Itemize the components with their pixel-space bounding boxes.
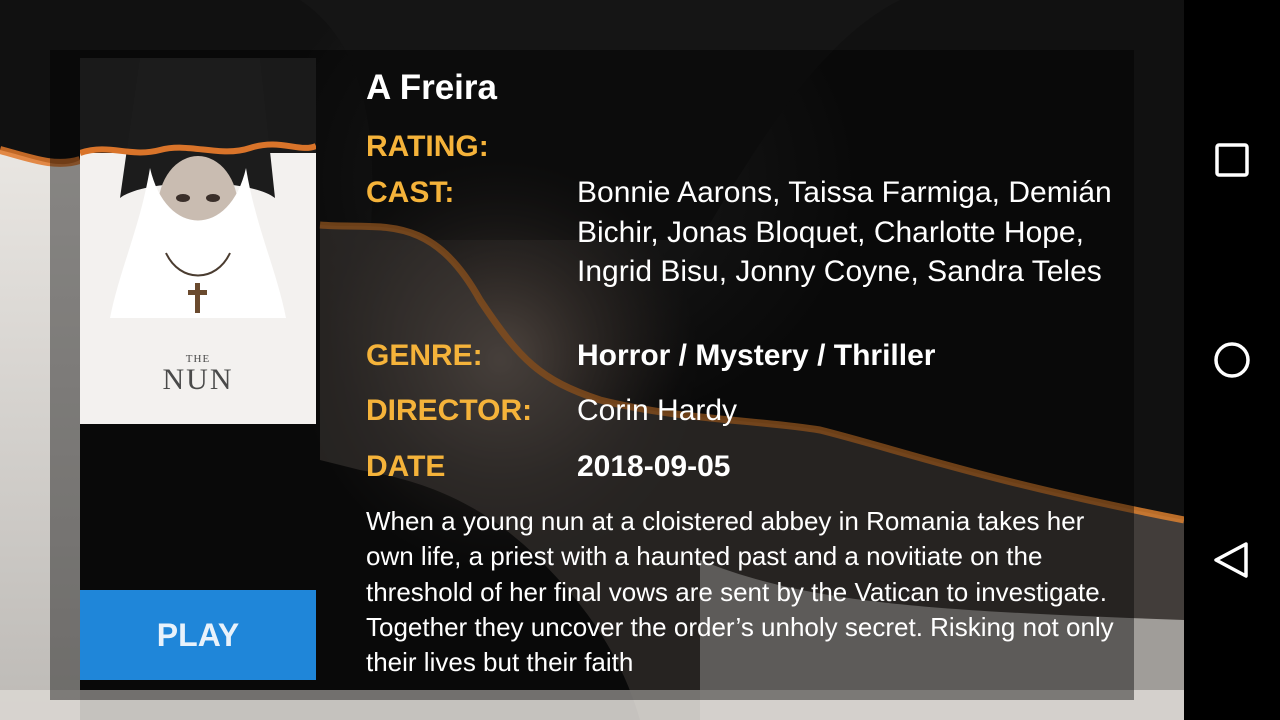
cast-value: Bonnie Aarons, Taissa Farmiga, Demián Bi… [577,176,1112,288]
movie-description: When a young nun at a cloistered abbey i… [366,506,1114,678]
poster-logo: THE NUN [80,354,316,395]
poster-logo-nun: NUN [162,363,234,396]
recents-button[interactable] [1208,136,1256,184]
square-recents-icon [1215,143,1249,177]
date-label: DATE [366,450,446,483]
director-label: DIRECTOR: [366,394,533,427]
cast-label: CAST: [366,176,455,209]
rating-label: RATING: [366,130,489,163]
movie-detail-screen: THE NUN PLAY A Freira RATING: CAST: Bonn… [0,0,1280,720]
date-value: 2018-09-05 [577,450,731,483]
movie-title: A Freira [366,68,497,107]
circle-home-icon [1214,342,1250,378]
system-navigation-bar [1184,0,1280,720]
genre-value: Horror / Mystery / Thriller [577,339,936,372]
movie-poster: THE NUN [80,58,316,424]
genre-label: GENRE: [366,339,483,372]
triangle-back-icon [1214,542,1248,578]
back-button[interactable] [1208,536,1256,584]
play-button[interactable]: PLAY [80,590,316,680]
director-value: Corin Hardy [577,394,738,427]
home-button[interactable] [1208,336,1256,384]
